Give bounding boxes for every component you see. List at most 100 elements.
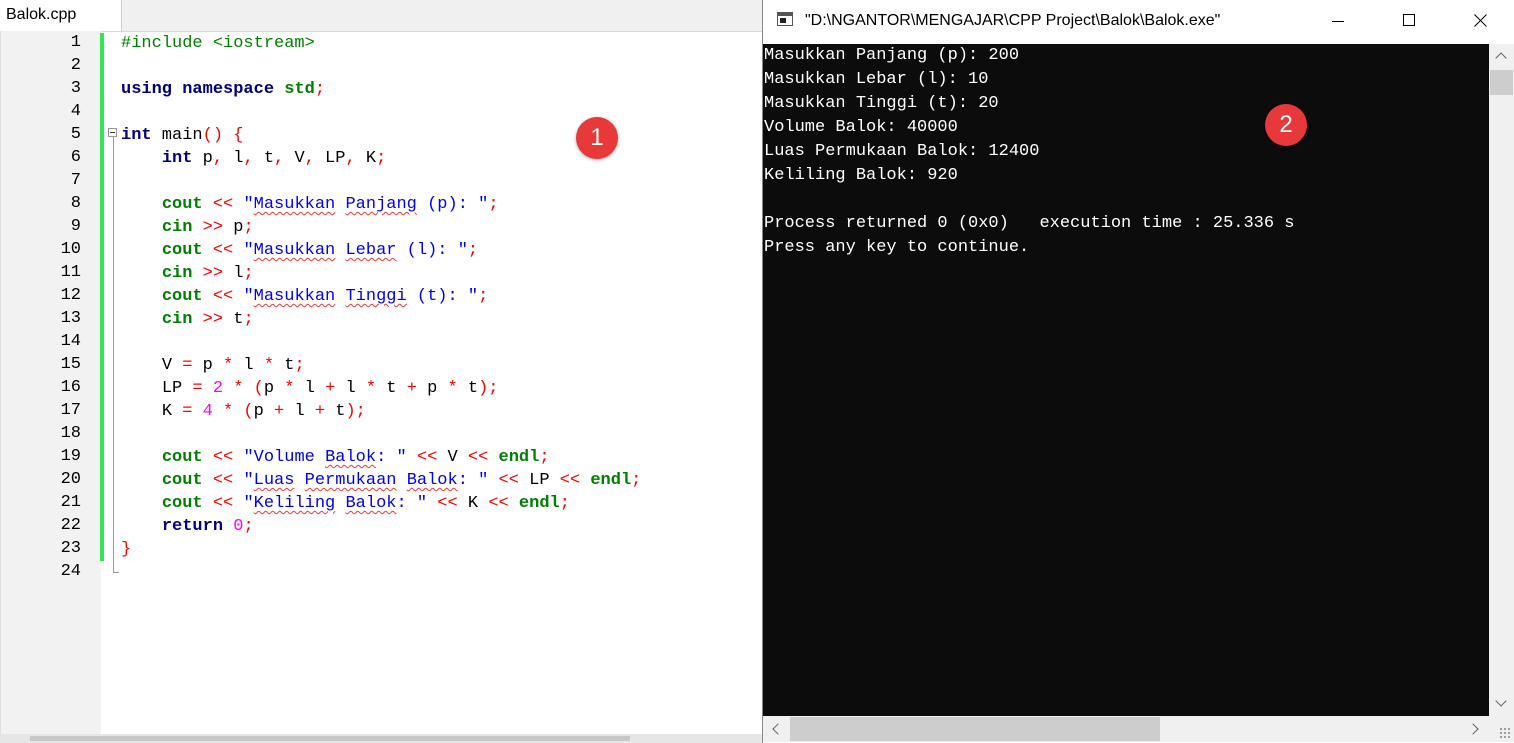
operator: << [488,494,509,513]
builtin: cout [161,471,203,490]
operator: << [212,195,234,214]
operator: >> [202,310,224,329]
operator: ; [631,471,642,490]
identifier: p [192,149,213,168]
string-rest: : " [457,471,489,490]
operator: ; [243,264,254,283]
title-bar[interactable]: "D:\NGANTOR\MENGAJAR\CPP Project\Balok\B… [763,0,1514,44]
scroll-left-arrow-icon[interactable] [763,716,789,742]
code-line-15: V = p * l * t; [121,354,305,377]
spell-word: Masukkan [253,287,336,306]
operator: , [304,149,315,168]
output-line: Luas Permukaan Balok: 12400 [764,142,1040,161]
output-line: Process returned 0 (0x0) execution time … [764,214,1295,233]
number-literal: 0 [223,517,244,536]
console-app-icon[interactable] [777,12,793,26]
line-number: 7 [70,171,81,190]
string-literal: "Keliling Balok: " [243,494,427,513]
operator: ; [243,310,254,329]
line-number: 20 [60,470,81,489]
line-number: 13 [60,309,81,328]
line-number: 11 [60,263,81,282]
operator: << [437,494,458,513]
scroll-up-arrow-icon[interactable] [1489,44,1514,68]
output-line: Masukkan Panjang (p): 200 [764,46,1020,65]
scrollbar-thumb[interactable] [790,717,1160,741]
operator: << [212,241,234,260]
operator: + [274,402,285,421]
maximize-button[interactable] [1374,0,1444,44]
operator: ; [314,80,326,99]
tab-balok-cpp[interactable]: Balok.cpp [0,0,122,31]
line-number: 19 [60,447,81,466]
identifier: p [253,402,275,421]
scrollbar-thumb[interactable] [30,736,630,741]
operator: ; [467,241,479,260]
code-line-5: int main() { [121,124,243,147]
spell-word: Keliling [253,494,336,513]
operator: ( [233,402,254,421]
identifier: t [376,379,407,398]
resize-grip-icon[interactable] [1499,727,1511,739]
operator: + [325,379,336,398]
line-number: 3 [70,79,81,98]
operator: = [192,379,203,398]
spell-word: Tinggi [345,287,407,306]
builtin: cout [161,287,203,306]
resize-corner[interactable] [1489,716,1514,742]
output-line: Masukkan Tinggi (t): 20 [764,94,999,113]
operator: ; [539,448,550,467]
line-number: 2 [70,56,81,75]
identifier: K [355,149,377,168]
code-line-3: using namespace std; [121,78,325,101]
quote: " [243,241,254,260]
line-number: 15 [60,355,81,374]
window-title: "D:\NGANTOR\MENGAJAR\CPP Project\Balok\B… [805,12,1221,29]
keyword: int [121,126,152,145]
operator: , [274,149,285,168]
number-literal: 4 [192,402,224,421]
identifier: main [151,126,203,145]
keyword: return [161,517,224,536]
annotation-badge-1: 1 [576,117,618,159]
code-line-20: cout << "Luas Permukaan Balok: " << LP <… [121,469,642,492]
spell-word: Balok [325,448,377,467]
operator: << [559,471,581,490]
code-editor[interactable]: Balok.cpp 1 2 3 4 5 6 7 8 9 10 11 12 13 … [0,0,762,743]
identifier: t [253,149,275,168]
scrollbar-thumb[interactable] [1490,70,1513,95]
operator: * [447,379,458,398]
line-number: 8 [70,194,81,213]
code-line-9: cin >> p; [121,216,254,239]
keyword: int [161,149,193,168]
line-number: 16 [60,378,81,397]
scroll-right-arrow-icon[interactable] [1463,716,1489,742]
vertical-scrollbar[interactable] [1489,44,1514,716]
line-number: 23 [60,539,81,558]
line-number: 14 [60,332,81,351]
code-line-22: return 0; [121,515,254,538]
scroll-down-arrow-icon[interactable] [1489,692,1514,716]
tab-label: Balok.cpp [6,6,77,23]
console-window[interactable]: "D:\NGANTOR\MENGAJAR\CPP Project\Balok\B… [762,0,1514,743]
horizontal-scrollbar[interactable] [763,716,1489,742]
string-literal: "Masukkan Panjang (p): " [243,195,488,214]
minimize-button[interactable] [1303,0,1373,44]
operator: () { [202,126,244,145]
editor-horizontal-scrollbar[interactable] [0,734,762,743]
line-number: 18 [60,424,81,443]
operator: , [243,149,254,168]
operator: ); [345,402,366,421]
preprocessor-directive: #include <iostream> [121,34,315,53]
operator: * [233,379,244,398]
operator: , [345,149,356,168]
fold-toggle-icon[interactable] [108,128,117,137]
spell-word: Lebar [345,241,397,260]
output-line: Volume Balok: 40000 [764,118,958,137]
operator: * [284,379,295,398]
keyword: using [121,80,173,99]
identifier: t [223,310,244,329]
identifier: K [161,402,183,421]
close-button[interactable] [1445,0,1514,44]
terminal-output[interactable]: Masukkan Panjang (p): 200 Masukkan Lebar… [763,44,1489,716]
